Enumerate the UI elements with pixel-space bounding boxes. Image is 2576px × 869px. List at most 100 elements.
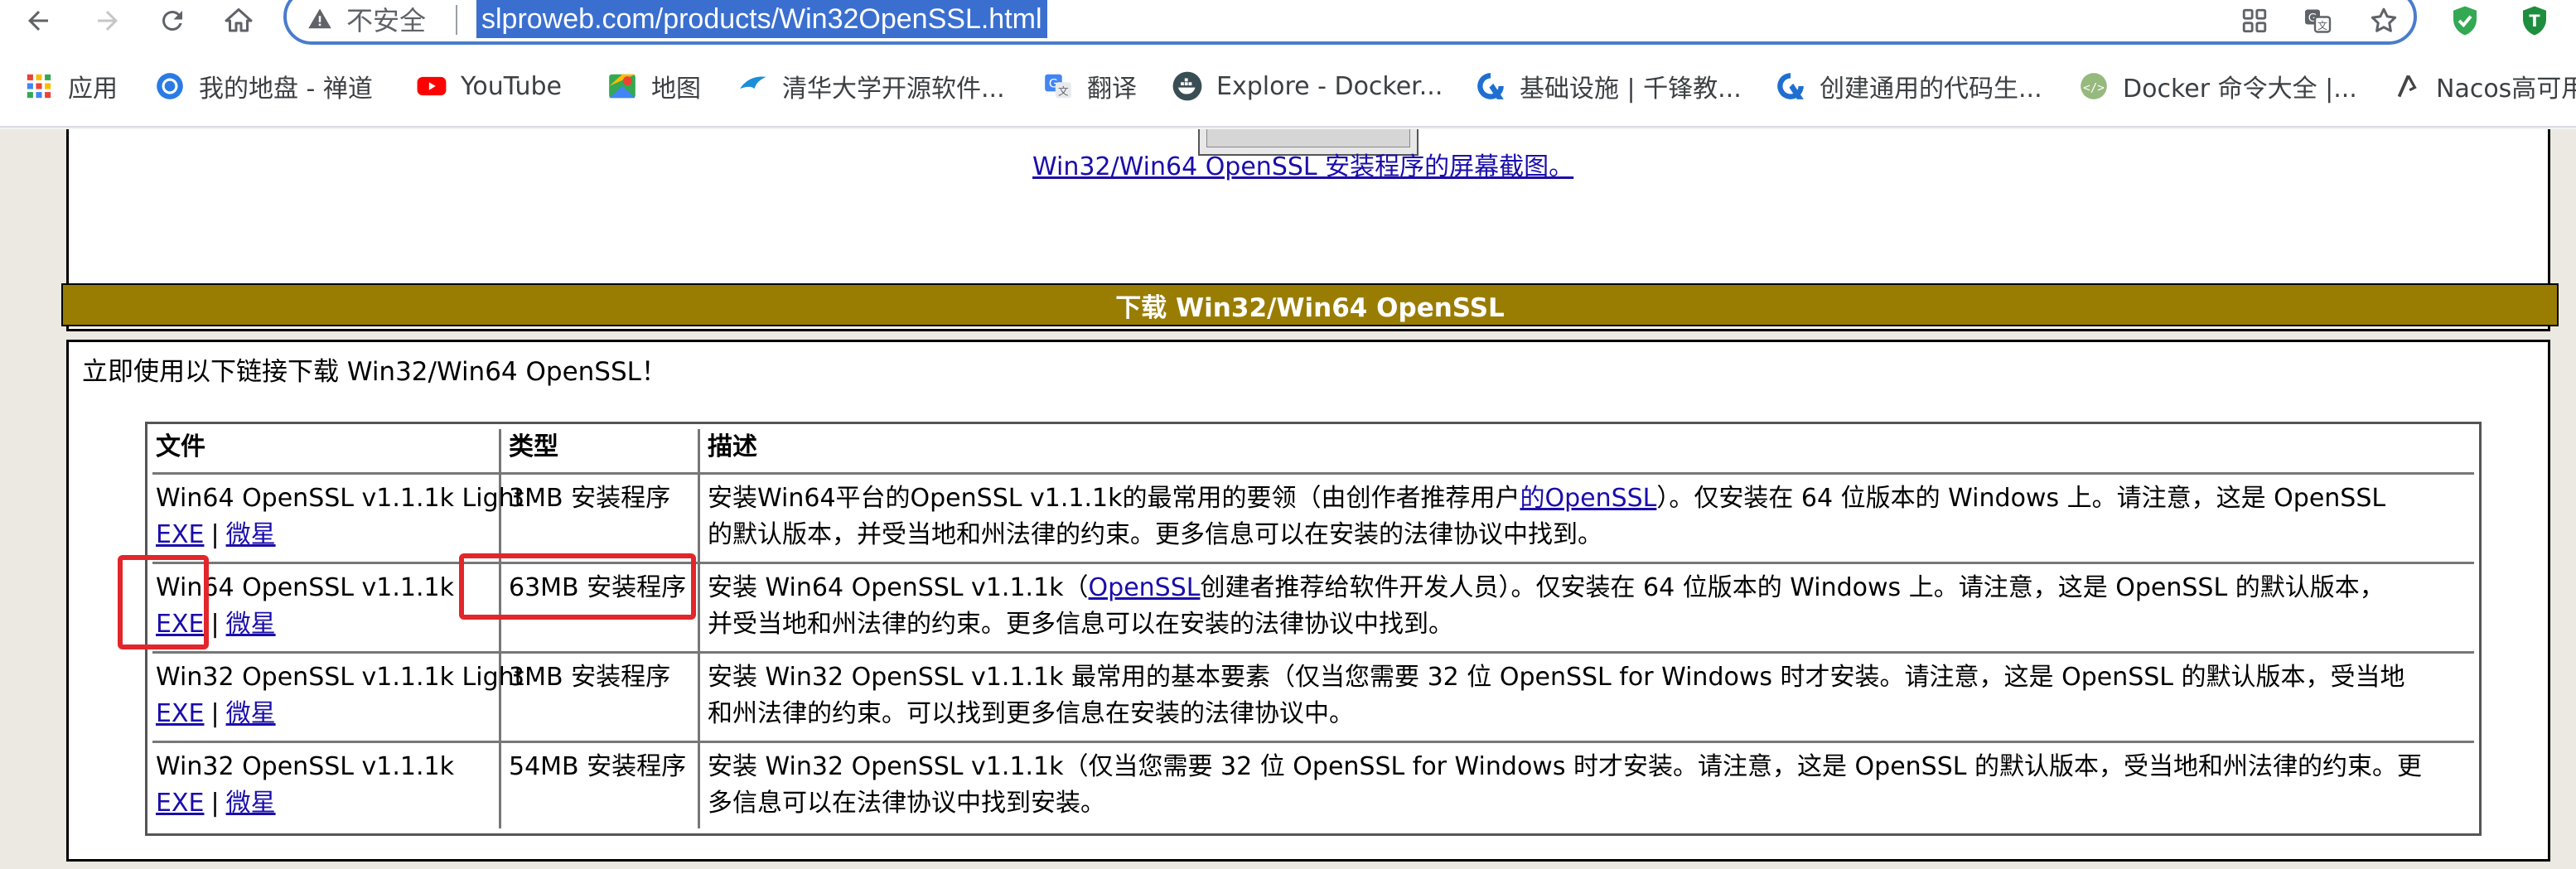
bookmark-tuna[interactable]: 清华大学开源软件...	[737, 66, 1005, 106]
description-text: 安装 Win64 OpenSSL v1.1.1k（	[708, 573, 1089, 602]
security-indicator[interactable]: 不安全	[307, 0, 426, 38]
star-icon[interactable]	[2366, 3, 2401, 38]
download-table: 文件 类型 描述 Win64 OpenSSL v1.1.1k Light EXE…	[145, 422, 2482, 836]
security-label: 不安全	[346, 5, 427, 36]
page-content: Win32/Win64 OpenSSL 安装程序的屏幕截图。 下载 Win32/…	[0, 129, 2576, 869]
warning-triangle-icon	[307, 6, 333, 32]
translate-icon[interactable]: G文	[2300, 3, 2335, 38]
bookmark-label: 我的地盘 - 禅道	[199, 75, 373, 104]
bookmark-translate[interactable]: G文 翻译	[1042, 66, 1137, 106]
bookmark-label: Explore - Docker...	[1216, 71, 1443, 101]
msi-download-link[interactable]: 微星	[226, 789, 276, 818]
description-text: 并受当地和州法律的约束。更多信息可以在安装的法律协议中找到。	[708, 610, 1453, 639]
bookmark-qianfeng-codegen[interactable]: 创建通用的代码生...	[1775, 66, 2042, 106]
column-divider	[698, 429, 700, 828]
highlight-box-type	[459, 553, 696, 620]
column-header-description: 描述	[708, 432, 757, 461]
link-separator: |	[210, 789, 220, 818]
bookmark-label: 应用	[68, 75, 118, 104]
svg-text:文: 文	[1058, 84, 1069, 97]
openssl-link[interactable]: OpenSSL	[1089, 573, 1201, 602]
back-arrow-icon[interactable]	[15, 0, 61, 41]
grid-icon[interactable]	[2237, 3, 2272, 38]
file-name: Win32 OpenSSL v1.1.1k Light	[156, 663, 524, 692]
file-name: Win32 OpenSSL v1.1.1k	[156, 752, 454, 781]
t-icon[interactable]: T	[2516, 2, 2554, 40]
download-section: 立即使用以下链接下载 Win32/Win64 OpenSSL！ 文件 类型 描述…	[66, 340, 2550, 862]
bookmark-qianfeng-infra[interactable]: 基础设施 | 千锋教...	[1475, 66, 1742, 106]
shield-icon[interactable]	[2446, 2, 2484, 40]
section-header: 下载 Win32/Win64 OpenSSL	[61, 283, 2559, 326]
apps-grid-icon	[23, 70, 55, 102]
zentao-icon	[154, 70, 186, 102]
row-divider	[152, 651, 2474, 654]
file-description: 安装 Win32 OpenSSL v1.1.1k（仅当您需要 32 位 Open…	[708, 749, 2477, 822]
svg-text:T: T	[2529, 12, 2540, 31]
file-type: 3MB 安装程序	[509, 663, 671, 692]
table-row-file: Win32 OpenSSL v1.1.1k Light EXE | 微星	[156, 659, 524, 732]
file-description: 安装 Win32 OpenSSL v1.1.1k 最常用的基本要素（仅当您需要 …	[708, 659, 2477, 732]
youtube-icon	[416, 70, 447, 102]
bookmark-docker-commands[interactable]: </> Docker 命令大全 |...	[2078, 66, 2357, 106]
bookmark-label: 基础设施 | 千锋教...	[1520, 75, 1742, 104]
file-name: Win64 OpenSSL v1.1.1k Light	[156, 484, 524, 513]
runoob-icon: </>	[2078, 70, 2110, 102]
file-description: 安装 Win64 OpenSSL v1.1.1k（OpenSSL创建者推荐给软件…	[708, 570, 2477, 643]
svg-text:</>: </>	[2083, 81, 2105, 94]
bookmark-label: YouTube	[461, 71, 562, 101]
forward-arrow-icon[interactable]	[85, 0, 131, 41]
bookmark-label: 创建通用的代码生...	[1820, 75, 2042, 104]
description-text: 多信息可以在法律协议中找到安装。	[708, 789, 1105, 818]
link-separator: |	[210, 699, 220, 728]
row-divider	[152, 472, 2474, 475]
link-separator: |	[210, 610, 220, 639]
intro-text: 立即使用以下链接下载 Win32/Win64 OpenSSL！	[82, 357, 667, 387]
description-text: 安装Win64平台的OpenSSL v1.1.1k的最常用的要领（由创作者推荐用…	[708, 484, 1520, 513]
description-text: 创建者推荐给软件开发人员）。仅安装在 64 位版本的 Windows 上。请注意…	[1200, 573, 2385, 602]
exe-download-link[interactable]: EXE	[156, 699, 204, 728]
description-text: ）。仅安装在 64 位版本的 Windows 上。请注意，这是 OpenSSL	[1656, 484, 2386, 513]
bookmark-maps[interactable]: 地图	[607, 66, 701, 106]
table-row-file: Win32 OpenSSL v1.1.1k EXE | 微星	[156, 749, 454, 822]
description-text: 的默认版本，并受当地和州法律的约束。更多信息可以在安装的法律协议中找到。	[708, 520, 1602, 549]
reload-icon[interactable]	[149, 0, 196, 41]
maps-icon	[607, 70, 638, 102]
bookmark-docker-hub[interactable]: Explore - Docker...	[1172, 66, 1443, 106]
nacos-icon	[2391, 70, 2423, 102]
highlight-box-exe	[118, 555, 209, 649]
bookmark-nacos[interactable]: Nacos高可用	[2391, 66, 2576, 106]
file-description: 安装Win64平台的OpenSSL v1.1.1k的最常用的要领（由创作者推荐用…	[708, 480, 2477, 553]
openssl-link[interactable]: 的OpenSSL	[1520, 484, 1656, 513]
description-text: 安装 Win32 OpenSSL v1.1.1k 最常用的基本要素（仅当您需要 …	[708, 663, 2405, 692]
bookmark-youtube[interactable]: YouTube	[416, 66, 562, 106]
bookmark-label: Docker 命令大全 |...	[2123, 75, 2357, 104]
qianfeng-icon	[1775, 70, 1806, 102]
link-separator: |	[210, 520, 220, 549]
bookmark-label: 清华大学开源软件...	[782, 75, 1005, 104]
msi-download-link[interactable]: 微星	[226, 610, 276, 639]
file-type: 3MB 安装程序	[509, 484, 671, 513]
docker-icon	[1172, 70, 1203, 102]
screenshot-link[interactable]: Win32/Win64 OpenSSL 安装程序的屏幕截图。	[1032, 146, 1573, 182]
bookmark-label: Nacos高可用	[2436, 75, 2576, 104]
section-title: 下载 Win32/Win64 OpenSSL	[1115, 292, 1505, 323]
home-icon[interactable]	[215, 0, 262, 41]
description-text: 安装 Win32 OpenSSL v1.1.1k（仅当您需要 32 位 Open…	[708, 752, 2423, 781]
bookmark-label: 地图	[651, 75, 701, 104]
msi-download-link[interactable]: 微星	[226, 699, 276, 728]
exe-download-link[interactable]: EXE	[156, 520, 204, 549]
bookmark-apps[interactable]: 应用	[23, 66, 118, 106]
msi-download-link[interactable]: 微星	[226, 520, 276, 549]
row-divider	[152, 741, 2474, 743]
description-text: 和州法律的约束。可以找到更多信息在安装的法律协议中。	[708, 699, 1354, 728]
column-header-type: 类型	[509, 432, 558, 461]
bookmark-zentao[interactable]: 我的地盘 - 禅道	[154, 66, 373, 106]
url-text[interactable]: slproweb.com/products/Win32OpenSSL.html	[476, 0, 1047, 38]
svg-text:文: 文	[2317, 19, 2327, 31]
file-type: 54MB 安装程序	[509, 752, 687, 781]
translate-icon: G文	[1042, 70, 1074, 102]
browser-toolbar: 不安全 slproweb.com/products/Win32OpenSSL.h…	[0, 0, 2576, 45]
address-divider	[456, 5, 457, 35]
exe-download-link[interactable]: EXE	[156, 789, 204, 818]
qianfeng-icon	[1475, 70, 1506, 102]
